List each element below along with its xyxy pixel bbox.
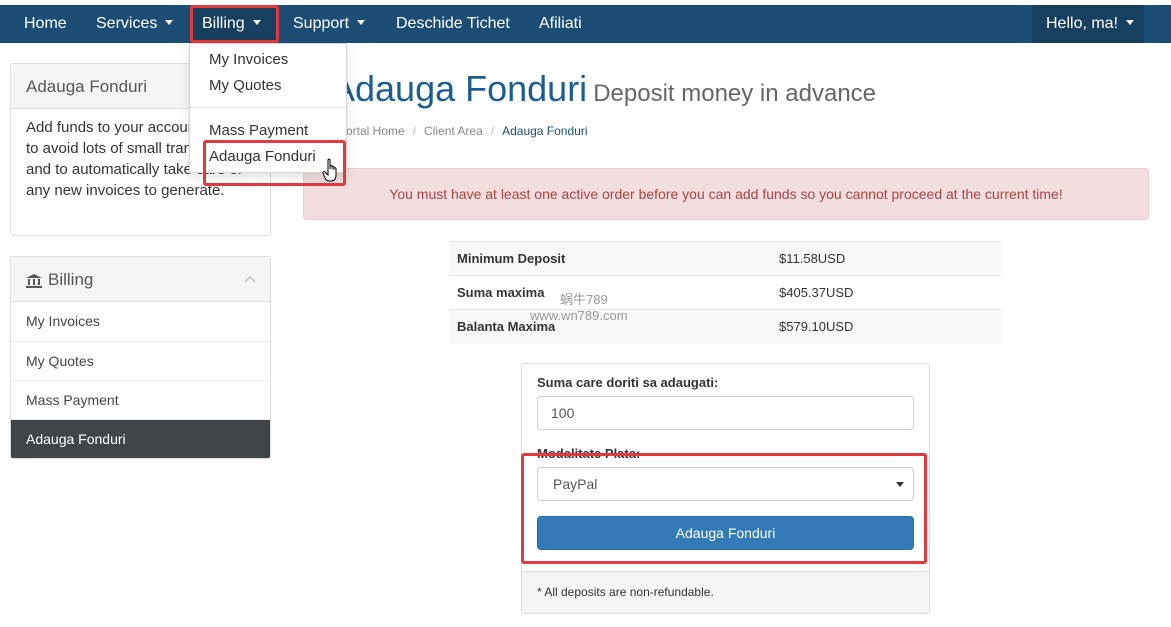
table-cell-label: Minimum Deposit [449, 241, 771, 276]
nav-affiliates[interactable]: Afiliati [539, 5, 582, 43]
payment-method-select[interactable]: PayPal [537, 467, 914, 501]
caret-down-icon [357, 20, 366, 26]
page-subtitle: Deposit money in advance [593, 80, 877, 107]
non-refundable-note: * All deposits are non-refundable. [522, 571, 929, 613]
breadcrumb: Portal Home / Client Area / Adauga Fonduri [338, 124, 588, 138]
dropdown-item-invoices[interactable]: My Invoices [209, 51, 288, 68]
page-title-text: Adauga Fonduri [331, 68, 588, 109]
nav-billing-label: Billing [202, 15, 245, 32]
table-cell-value: $11.58USD [771, 241, 1001, 276]
add-funds-button[interactable]: Adauga Fonduri [537, 516, 914, 550]
chevron-up-icon[interactable] [244, 275, 256, 283]
nav-support-label: Support [293, 15, 350, 32]
hand-cursor-icon [322, 158, 337, 182]
sidebar-item-mass-payment[interactable]: Mass Payment [11, 380, 270, 419]
nav-services-label: Services [96, 15, 158, 32]
user-greeting: Hello, ma! [1046, 15, 1119, 32]
page-title: Adauga Fonduri Deposit money in advance [331, 68, 876, 110]
breadcrumb-current: Adauga Fonduri [502, 124, 588, 138]
table-cell-value: $579.10USD [771, 309, 1001, 344]
caret-down-icon [165, 20, 174, 26]
top-navbar: Home Services Billing Support Deschide T… [0, 5, 1171, 43]
dropdown-divider [190, 107, 346, 108]
sidebar-billing-title: Billing [48, 270, 94, 289]
caret-down-icon [896, 482, 904, 487]
table-row: Minimum Deposit $11.58USD [449, 241, 1001, 276]
watermark: 蜗牛789 www.wn789.com [528, 292, 628, 324]
sidebar-item-invoices[interactable]: My Invoices [11, 302, 270, 341]
nav-home[interactable]: Home [24, 5, 67, 43]
sidebar-item-add-funds[interactable]: Adauga Fonduri [11, 419, 270, 458]
amount-input[interactable]: 100 [537, 396, 914, 430]
nav-open-ticket[interactable]: Deschide Tichet [396, 5, 510, 43]
watermark-line2: www.wn789.com [530, 308, 628, 323]
billing-dropdown: My Invoices My Quotes Mass Payment Adaug… [189, 43, 347, 173]
breadcrumb-client-area[interactable]: Client Area [424, 124, 483, 138]
dropdown-item-mass-payment[interactable]: Mass Payment [209, 122, 308, 139]
watermark-line1: 蜗牛789 [560, 292, 608, 307]
caret-down-icon [1126, 20, 1135, 26]
sidebar-item-quotes[interactable]: My Quotes [11, 341, 270, 380]
nav-billing[interactable]: Billing [192, 5, 278, 43]
sidebar-billing-header[interactable]: Billing [11, 257, 270, 302]
sidebar-billing-panel: Billing My Invoices My Quotes Mass Payme… [10, 256, 271, 459]
bank-icon [26, 273, 42, 288]
nav-support[interactable]: Support [293, 5, 366, 43]
error-alert: You must have at least one active order … [303, 168, 1149, 220]
caret-down-icon [252, 20, 261, 26]
payment-method-label: Modalitate Plata: [537, 446, 641, 461]
user-menu[interactable]: Hello, ma! [1032, 5, 1144, 43]
dropdown-item-quotes[interactable]: My Quotes [209, 77, 282, 94]
table-cell-value: $405.37USD [771, 275, 1001, 310]
breadcrumb-home[interactable]: Portal Home [338, 124, 405, 138]
nav-services[interactable]: Services [96, 5, 174, 43]
payment-method-value: PayPal [553, 476, 598, 492]
add-funds-form: Suma care doriti sa adaugati: 100 Modali… [521, 363, 930, 614]
amount-label: Suma care doriti sa adaugati: [537, 375, 719, 390]
dropdown-item-add-funds[interactable]: Adauga Fonduri [209, 148, 316, 165]
